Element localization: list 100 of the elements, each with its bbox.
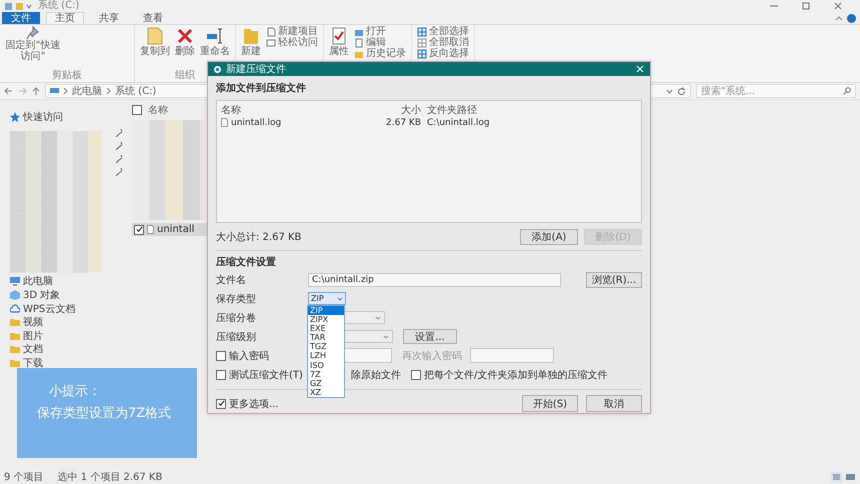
status-text: 选中 1 个项目 2.67 KB bbox=[58, 470, 162, 484]
checkbox-label: 除原始文件 bbox=[351, 368, 401, 382]
checkbox-label: 更多选项... bbox=[229, 398, 279, 410]
delete-icon bbox=[176, 26, 194, 46]
quick-toolbar-icon bbox=[4, 2, 34, 10]
nav-item[interactable]: 3D 对象 bbox=[10, 288, 122, 302]
checkbox[interactable] bbox=[216, 398, 226, 408]
group-label: 组织 bbox=[175, 70, 195, 81]
field-label: 文件名 bbox=[216, 274, 247, 286]
ribbon-button[interactable]: 全部取消 bbox=[417, 37, 469, 48]
collapse-icon[interactable] bbox=[835, 15, 843, 21]
column-header[interactable]: 名称 bbox=[221, 103, 371, 117]
save-type-select[interactable]: ZIP bbox=[308, 292, 346, 305]
field-label: 再次输入密码 bbox=[402, 350, 462, 362]
column-header[interactable]: 名称 bbox=[148, 103, 168, 117]
ribbon-button[interactable]: 历史记录 bbox=[354, 48, 406, 59]
dropdown-option[interactable]: ZIPX bbox=[308, 315, 344, 324]
settings-button[interactable]: 设置... bbox=[403, 329, 457, 344]
pin-icon bbox=[116, 128, 122, 137]
file-list[interactable]: 名称 大小 文件夹路径 unintall.log 2.67 KB C:\unintall.log bbox=[216, 100, 642, 223]
ribbon-button[interactable]: 全部选择 bbox=[417, 26, 469, 37]
close-icon[interactable] bbox=[834, 2, 842, 10]
dropdown-option[interactable]: 7Z bbox=[308, 370, 344, 379]
checkbox[interactable] bbox=[411, 370, 421, 380]
checkbox-label: 测试压缩文件(T) bbox=[229, 368, 303, 382]
ribbon-button[interactable]: 重命名 bbox=[200, 26, 230, 57]
back-icon[interactable] bbox=[4, 87, 13, 95]
dropdown-option[interactable]: ZIP bbox=[308, 306, 344, 316]
field-label: 压缩级别 bbox=[216, 330, 257, 344]
nav-item[interactable]: 视频 bbox=[10, 315, 122, 329]
file-row[interactable]: unintall bbox=[132, 223, 208, 236]
filename-field[interactable]: C:\unintall.zip bbox=[308, 272, 561, 286]
edit-icon bbox=[354, 38, 364, 48]
checkbox-label: 把每个文件/文件夹添加到单独的压缩文件 bbox=[424, 368, 608, 382]
section-title: 添加文件到压缩文件 bbox=[216, 82, 307, 96]
field-label: 压缩分卷 bbox=[216, 312, 257, 324]
ribbon-button[interactable]: 属性 bbox=[329, 26, 349, 57]
help-icon[interactable] bbox=[847, 14, 856, 22]
ribbon-button[interactable]: 新建项目 bbox=[266, 26, 318, 37]
path-segment[interactable]: 系统 (C:) bbox=[115, 84, 156, 98]
checkbox[interactable] bbox=[216, 370, 226, 380]
table-cell-text: 2.67 KB bbox=[385, 118, 421, 128]
dropdown-icon[interactable] bbox=[666, 88, 673, 94]
dropdown-option[interactable]: TAR bbox=[308, 333, 344, 342]
ribbon-button[interactable]: 编辑 bbox=[354, 37, 406, 48]
pin-icon bbox=[116, 142, 122, 150]
dropdown-option[interactable]: XZ bbox=[308, 388, 344, 397]
up-icon[interactable] bbox=[32, 86, 40, 96]
pin-icon bbox=[116, 154, 122, 163]
file-icon bbox=[147, 225, 154, 234]
ribbon-tab[interactable]: 共享 bbox=[90, 12, 128, 24]
refresh-icon[interactable] bbox=[677, 86, 686, 96]
nav-item[interactable]: 文档 bbox=[10, 342, 122, 356]
dropdown-option[interactable]: EXE bbox=[308, 324, 344, 334]
checkbox[interactable] bbox=[216, 350, 226, 360]
thumbnail-view-icon[interactable] bbox=[845, 472, 856, 482]
grid-icon bbox=[417, 26, 427, 36]
dialog-button[interactable]: 取消 bbox=[586, 395, 642, 412]
grid-icon bbox=[417, 48, 427, 58]
table-cell-text: C:\unintall.log bbox=[427, 118, 491, 128]
dropdown-option[interactable]: GZ bbox=[308, 378, 344, 388]
ribbon-button[interactable]: 固定到"快速访问" bbox=[5, 26, 61, 62]
checkbox[interactable] bbox=[132, 105, 142, 115]
path-segment[interactable]: 此电脑 bbox=[72, 84, 102, 98]
dialog-button[interactable]: 添加(A) bbox=[520, 229, 578, 245]
dropdown-option[interactable]: LZH bbox=[308, 351, 344, 361]
nav-item[interactable]: 图片 bbox=[10, 328, 122, 343]
column-header[interactable]: 文件夹路径 bbox=[427, 103, 637, 117]
nav-item[interactable]: 此电脑 bbox=[10, 274, 122, 288]
details-view-icon[interactable] bbox=[831, 472, 842, 482]
tip-text: 保存类型设置为7Z格式 bbox=[37, 406, 172, 421]
column-header[interactable]: 大小 bbox=[377, 103, 421, 117]
maximize-icon[interactable] bbox=[802, 2, 810, 10]
browse-button[interactable]: 浏览(R)... bbox=[586, 272, 642, 288]
ribbon-tab[interactable]: 主页 bbox=[46, 12, 84, 24]
file-icon bbox=[221, 118, 228, 127]
dropdown-option[interactable]: TGZ bbox=[308, 342, 344, 352]
grid-icon bbox=[417, 38, 427, 48]
nav-item[interactable]: WPS云文档 bbox=[10, 302, 122, 316]
ribbon-button[interactable]: 新建 bbox=[241, 26, 261, 57]
ribbon-tab[interactable]: 查看 bbox=[134, 12, 172, 24]
ribbon-button[interactable]: 轻松访问 bbox=[266, 37, 318, 48]
star-icon bbox=[10, 112, 20, 122]
chevron-icon bbox=[63, 87, 68, 95]
password-field[interactable] bbox=[470, 348, 554, 363]
nav-item[interactable]: 下载 bbox=[10, 356, 122, 370]
ribbon-button[interactable]: 反向选择 bbox=[417, 48, 469, 59]
rename-icon bbox=[206, 26, 224, 46]
folder-icon bbox=[10, 330, 20, 341]
ribbon-button[interactable]: 打开 bbox=[354, 26, 406, 37]
dropdown-option[interactable]: ISO bbox=[308, 360, 344, 370]
folder-icon bbox=[10, 317, 20, 328]
ribbon-button[interactable]: 复制到 bbox=[140, 26, 170, 57]
ribbon-button[interactable]: 删除 bbox=[175, 26, 195, 57]
dialog-button[interactable]: 开始(S) bbox=[522, 395, 578, 412]
ribbon-tab[interactable]: 文件 bbox=[2, 12, 40, 24]
nav-item[interactable]: 快速访问 bbox=[10, 110, 122, 124]
checkbox[interactable] bbox=[134, 224, 144, 234]
field-label: 保存类型 bbox=[216, 292, 257, 306]
status-text: 9 个项目 bbox=[4, 471, 44, 484]
